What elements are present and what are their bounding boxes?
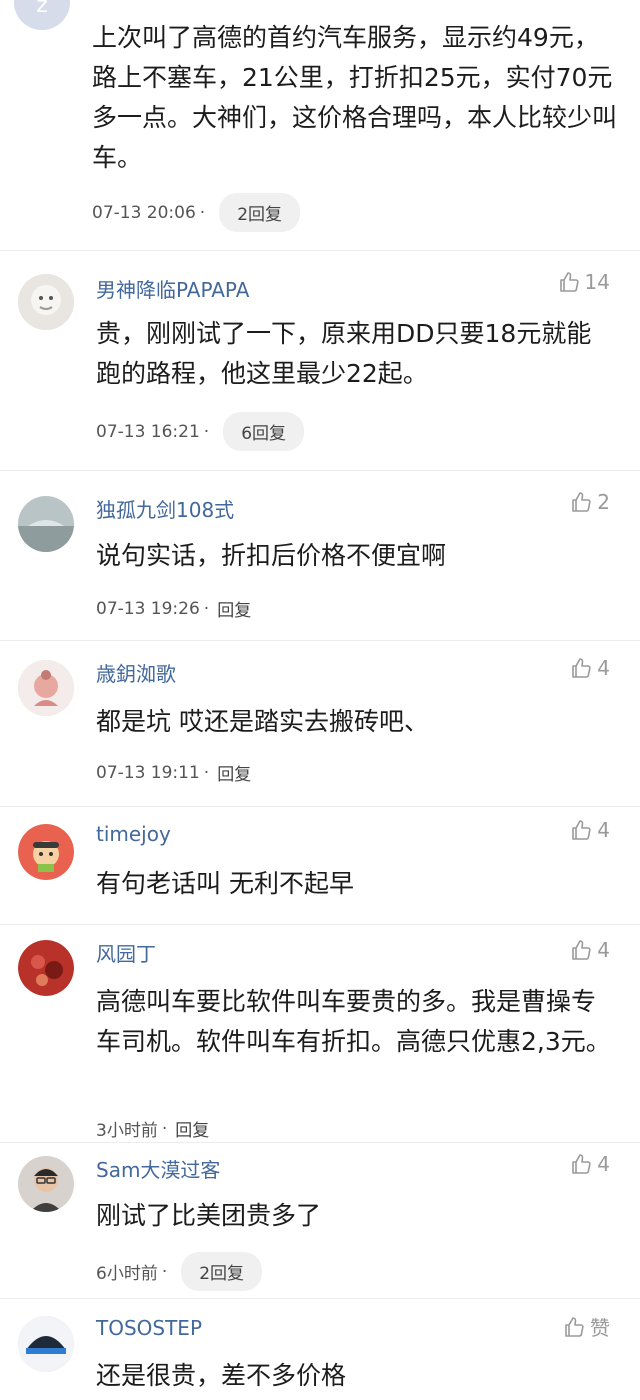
avatar[interactable]: z <box>14 0 70 30</box>
comment-text: 上次叫了高德的首约汽车服务，显示约49元，路上不塞车，21公里，打折扣25元，实… <box>92 23 618 172</box>
like-count: 4 <box>597 1152 610 1176</box>
comment-time: 07-13 20:06 <box>92 202 196 223</box>
username[interactable]: 风园丁 <box>96 938 156 967</box>
comment-text: 有句老话叫 无利不起早 <box>96 869 354 898</box>
divider <box>0 250 640 251</box>
avatar[interactable] <box>18 940 74 996</box>
thumbs-up-icon <box>569 1152 593 1176</box>
avatar-image <box>18 1156 74 1212</box>
comment-text: 说句实话，折扣后价格不便宜啊 <box>96 541 447 570</box>
like-label: 赞 <box>590 1316 610 1340</box>
comment-meta: 6小时前 · 2回复 <box>96 1252 263 1291</box>
comment-text: 还是很贵，差不多价格 <box>96 1361 347 1390</box>
thumbs-up-icon <box>569 490 593 514</box>
reply-button[interactable]: 2回复 <box>219 193 301 232</box>
avatar-image <box>18 1316 74 1372</box>
avatar-image <box>18 274 74 330</box>
username[interactable]: 歳鈅洳歌 <box>96 658 176 687</box>
reply-button[interactable]: 回复 <box>217 596 251 621</box>
reply-button[interactable]: 2回复 <box>181 1252 263 1291</box>
avatar-image <box>18 660 74 716</box>
comment-feed: z 上次叫了高德的首约汽车服务，显示约49元，路上不塞车，21公里，打折扣25元… <box>0 0 640 1400</box>
divider <box>0 806 640 807</box>
like-count: 4 <box>597 938 610 962</box>
username[interactable]: 男神降临PAPAPA <box>96 274 249 303</box>
comment-meta: 07-13 19:11 · 回复 <box>96 760 251 786</box>
reply-button[interactable]: 回复 <box>175 1116 209 1141</box>
username[interactable]: TOSOSTEP <box>96 1316 202 1340</box>
avatar[interactable] <box>18 1316 74 1372</box>
avatar[interactable] <box>18 496 74 552</box>
svg-text:z: z <box>36 0 48 18</box>
avatar-image <box>18 824 74 880</box>
like-count: 14 <box>584 270 610 294</box>
like-count: 4 <box>597 656 610 680</box>
comment-meta: 07-13 19:26 · 回复 <box>96 596 251 622</box>
comment-meta: 07-13 20:06 · 2回复 <box>92 193 301 232</box>
reader-badge-icon: z <box>14 0 70 30</box>
thumbs-up-icon <box>557 270 581 294</box>
divider <box>0 640 640 641</box>
comment-text: 刚试了比美团贵多了 <box>96 1201 322 1230</box>
divider <box>0 924 640 925</box>
divider <box>0 470 640 471</box>
like-button[interactable]: 赞 <box>562 1312 610 1341</box>
username[interactable]: Sam大漠过客 <box>96 1154 220 1183</box>
divider <box>0 1142 640 1143</box>
comment-time: 3小时前 <box>96 1121 158 1141</box>
comment-time: 07-13 19:11 <box>96 762 200 783</box>
avatar-image <box>18 496 74 552</box>
like-count: 2 <box>597 490 610 514</box>
username[interactable]: timejoy <box>96 822 171 846</box>
divider <box>0 1298 640 1299</box>
comment-meta: 3小时前 · 回复 <box>96 1116 209 1142</box>
like-button[interactable]: 14 <box>557 270 610 294</box>
comment-text: 贵，刚刚试了一下，原来用DD只要18元就能跑的路程，他这里最少22起。 <box>96 319 592 388</box>
thumbs-up-icon <box>562 1315 586 1339</box>
avatar[interactable] <box>18 824 74 880</box>
like-button[interactable]: 4 <box>569 1152 610 1176</box>
avatar-image <box>18 940 74 996</box>
like-count: 4 <box>597 818 610 842</box>
like-button[interactable]: 4 <box>569 938 610 962</box>
comment-time: 07-13 19:26 <box>96 598 200 619</box>
comment-text: 高德叫车要比软件叫车要贵的多。我是曹操专车司机。软件叫车有折扣。高德只优惠2,3… <box>96 987 611 1056</box>
avatar[interactable] <box>18 660 74 716</box>
like-button[interactable]: 4 <box>569 818 610 842</box>
thumbs-up-icon <box>569 656 593 680</box>
avatar[interactable] <box>18 1156 74 1212</box>
thumbs-up-icon <box>569 938 593 962</box>
thumbs-up-icon <box>569 818 593 842</box>
like-button[interactable]: 4 <box>569 656 610 680</box>
comment-meta: 07-13 16:21 · 6回复 <box>96 412 305 451</box>
like-button[interactable]: 2 <box>569 490 610 514</box>
comment-time: 07-13 16:21 <box>96 421 200 442</box>
avatar[interactable] <box>18 274 74 330</box>
reply-button[interactable]: 回复 <box>217 760 251 785</box>
comment-text: 都是坑 哎还是踏实去搬砖吧、 <box>96 707 429 736</box>
reply-button[interactable]: 6回复 <box>223 412 305 451</box>
comment-time: 6小时前 <box>96 1264 158 1284</box>
username[interactable]: 独孤九剑108式 <box>96 494 234 523</box>
